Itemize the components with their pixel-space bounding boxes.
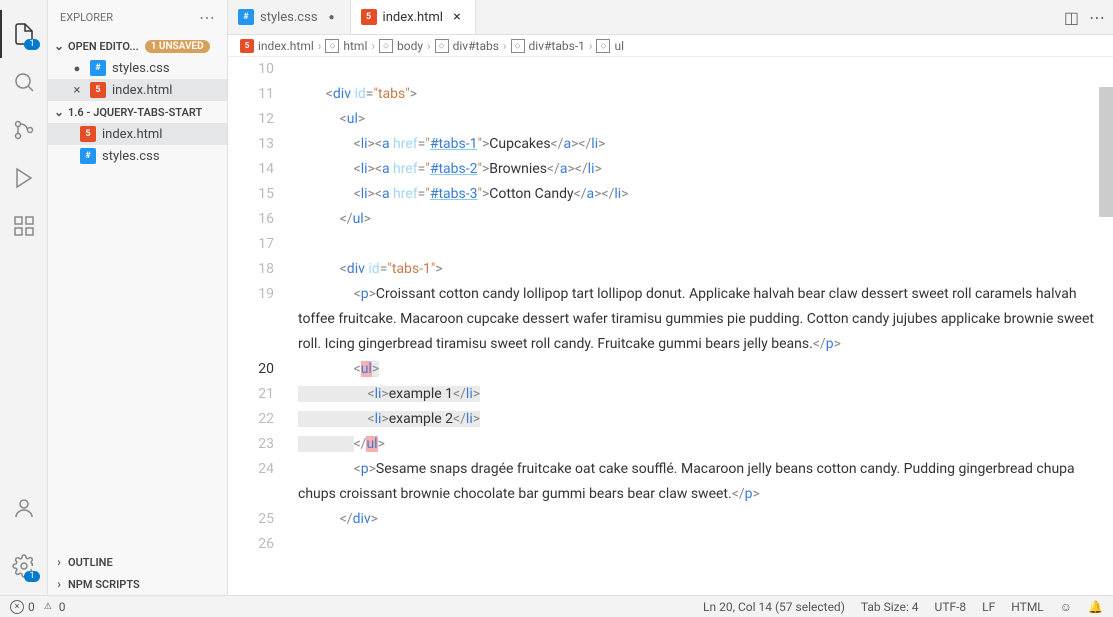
status-bar: × 0 ⚠ 0 Ln 20, Col 14 (57 selected) Tab …: [0, 595, 1113, 617]
chevron-down-icon: ⌄: [52, 39, 66, 53]
modified-dot-icon: ●: [324, 12, 340, 23]
encoding-status[interactable]: UTF-8: [935, 600, 967, 614]
extensions-icon[interactable]: [0, 202, 48, 250]
error-icon: ×: [10, 600, 24, 614]
chevron-right-icon: ›: [503, 39, 507, 53]
chevron-down-icon: ⌄: [52, 105, 66, 119]
breadcrumb-item[interactable]: ⬦ body: [379, 39, 423, 53]
chevron-right-icon: ›: [589, 39, 593, 53]
run-debug-icon[interactable]: [0, 154, 48, 202]
element-icon: ⬦: [325, 39, 339, 53]
explorer-icon[interactable]: 1: [0, 10, 48, 58]
warnings-status[interactable]: ⚠ 0: [41, 600, 66, 614]
line-numbers: 1011121314151617181920212223242526: [228, 57, 298, 595]
activity-bar: 1 1: [0, 0, 48, 595]
settings-gear-icon[interactable]: 1: [0, 542, 48, 590]
notifications-icon[interactable]: 🔔: [1088, 600, 1103, 614]
npm-scripts-header[interactable]: › NPM SCRIPTS: [48, 573, 227, 595]
errors-status[interactable]: × 0: [10, 600, 35, 614]
breadcrumb: 5 index.html › ⬦ html › ⬦ body › ⬦ div#t…: [228, 35, 1113, 57]
feedback-icon[interactable]: ☺: [1060, 600, 1072, 614]
element-icon: ⬦: [511, 39, 525, 53]
css-file-icon: #: [80, 148, 96, 164]
unsaved-badge: 1 UNSAVED: [145, 40, 210, 53]
settings-badge: 1: [24, 571, 39, 582]
cursor-position-status[interactable]: Ln 20, Col 14 (57 selected): [703, 600, 845, 614]
more-icon[interactable]: ⋯: [1089, 8, 1105, 27]
split-editor-icon[interactable]: ◫: [1064, 8, 1079, 27]
sidebar: EXPLORER ⋯ ⌄ OPEN EDITO... 1 UNSAVED # s…: [48, 0, 228, 595]
accounts-icon[interactable]: [0, 484, 48, 532]
tabs-bar: # styles.css ● 5 index.html × ◫ ⋯: [228, 0, 1113, 35]
css-file-icon: #: [90, 60, 106, 76]
chevron-right-icon: ›: [52, 577, 66, 591]
html-file-icon: 5: [80, 126, 96, 142]
sidebar-title: EXPLORER: [60, 11, 113, 24]
chevron-right-icon: ›: [318, 39, 322, 53]
tab-index-html[interactable]: 5 index.html ×: [351, 0, 476, 34]
editor-area: # styles.css ● 5 index.html × ◫ ⋯ 5 inde…: [228, 0, 1113, 595]
element-icon: ⬦: [379, 39, 393, 53]
element-icon: ⬦: [596, 39, 610, 53]
html-file-icon: 5: [240, 39, 254, 53]
source-control-icon[interactable]: [0, 106, 48, 154]
file-tree-item[interactable]: # styles.css: [48, 145, 227, 167]
scrollbar-vertical[interactable]: [1099, 57, 1113, 595]
language-status[interactable]: HTML: [1011, 600, 1044, 614]
breadcrumb-item[interactable]: ⬦ ul: [596, 39, 624, 53]
chevron-right-icon: ›: [371, 39, 375, 53]
chevron-right-icon: ›: [427, 39, 431, 53]
folder-header[interactable]: ⌄ 1.6 - JQUERY-TABS-START: [48, 101, 227, 123]
eol-status[interactable]: LF: [982, 600, 995, 614]
html-file-icon: 5: [361, 9, 377, 25]
breadcrumb-item[interactable]: ⬦ html: [325, 39, 367, 53]
css-file-icon: #: [238, 9, 254, 25]
close-icon[interactable]: ×: [449, 9, 465, 25]
html-file-icon: 5: [90, 82, 106, 98]
open-editor-item[interactable]: × 5 index.html: [48, 79, 227, 101]
element-icon: ⬦: [435, 39, 449, 53]
warning-icon: ⚠: [41, 600, 55, 614]
code-editor[interactable]: 1011121314151617181920212223242526 <div …: [228, 57, 1113, 595]
close-icon[interactable]: ×: [70, 83, 84, 98]
modified-dot-icon: [70, 61, 84, 76]
open-editors-header[interactable]: ⌄ OPEN EDITO... 1 UNSAVED: [48, 35, 227, 57]
tab-size-status[interactable]: Tab Size: 4: [861, 600, 919, 614]
tab-styles-css[interactable]: # styles.css ●: [228, 0, 351, 34]
breadcrumb-item[interactable]: 5 index.html: [240, 39, 314, 53]
search-icon[interactable]: [0, 58, 48, 106]
scrollbar-thumb[interactable]: [1099, 87, 1113, 217]
breadcrumb-item[interactable]: ⬦ div#tabs-1: [511, 39, 585, 53]
breadcrumb-item[interactable]: ⬦ div#tabs: [435, 39, 499, 53]
explorer-badge: 1: [24, 39, 39, 50]
chevron-right-icon: ›: [52, 555, 66, 569]
file-tree-item[interactable]: 5 index.html: [48, 123, 227, 145]
sidebar-more-icon[interactable]: ⋯: [199, 8, 215, 27]
open-editor-item[interactable]: # styles.css: [48, 57, 227, 79]
outline-header[interactable]: › OUTLINE: [48, 551, 227, 573]
code-content[interactable]: <div id="tabs"> <ul> <li><a href="#tabs-…: [298, 57, 1113, 595]
